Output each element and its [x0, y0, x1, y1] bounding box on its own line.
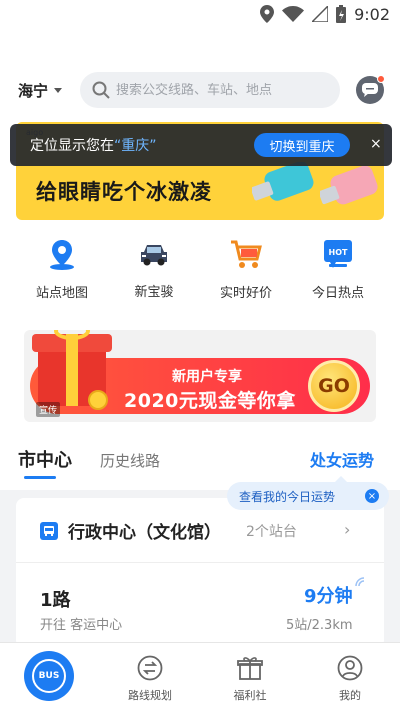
arrival-time: 9分钟 [304, 586, 353, 607]
quick-label: 今日热点 [311, 286, 364, 301]
status-bar: 9:02 [0, 0, 400, 28]
bus-icon: BUS [32, 659, 66, 693]
nav-welfare[interactable]: 福利社 [210, 655, 290, 703]
profile-icon [337, 655, 363, 681]
battery-icon [336, 5, 347, 23]
close-icon[interactable]: × [365, 489, 379, 503]
nav-route-plan[interactable]: 路线规划 [110, 655, 190, 703]
city-label: 海宁 [18, 82, 49, 100]
route-plan-icon [137, 655, 163, 681]
caret-down-icon [54, 88, 63, 93]
gift-icon [237, 657, 263, 680]
fortune-link[interactable]: 处女运势 [310, 447, 374, 471]
tab-history[interactable]: 历史线路 [100, 450, 160, 471]
route-number: 1路 [40, 590, 71, 611]
location-toast: 定位显示您在“重庆” 切换到重庆 × [10, 124, 392, 166]
quick-station-map[interactable]: 站点地图 [16, 240, 108, 301]
nav-label: 路线规划 [128, 689, 172, 702]
gift-ribbon [66, 334, 78, 406]
toast-prefix: 定位显示您在 [30, 138, 114, 154]
quick-actions: 站点地图 新宝骏 实时好价 HOT 今日热点 [0, 240, 400, 301]
chevron-right-icon[interactable]: › [344, 520, 350, 539]
ad-tag: 宣传 [36, 402, 61, 417]
car-icon [138, 240, 170, 269]
promo-line2: 2020元现金等你拿 [124, 390, 296, 412]
chat-bubble-icon [362, 83, 378, 97]
nav-label: 福利社 [233, 689, 267, 702]
divider [16, 562, 384, 563]
station-card[interactable]: 行政中心（文化馆） 2个站台 › 1路 开往 客运中心 9分钟 5站/2.3km [16, 498, 384, 648]
quick-new-baojun[interactable]: 新宝骏 [108, 240, 200, 300]
hot-icon: HOT [322, 240, 354, 270]
search-input[interactable] [116, 82, 340, 98]
quick-label: 实时好价 [219, 286, 272, 301]
signal-icon [312, 6, 329, 22]
notification-dot [377, 75, 385, 83]
search-bar[interactable] [80, 72, 340, 108]
usb-stick-icon [252, 162, 314, 201]
tooltip-text: 查看我的今日运势 [239, 489, 336, 504]
message-button[interactable] [356, 75, 385, 104]
promo-section: 新用户专享 2020元现金等你拿 GO 宣传 [0, 318, 400, 430]
status-time: 9:02 [354, 4, 390, 24]
search-icon [92, 81, 110, 99]
promo-banner[interactable]: 新用户专享 2020元现金等你拿 GO 宣传 [24, 330, 376, 422]
shopping-cart-icon [230, 240, 262, 270]
close-icon[interactable]: × [370, 136, 382, 152]
fortune-tooltip[interactable]: 查看我的今日运势 × [227, 476, 389, 510]
quick-label: 新宝骏 [134, 285, 174, 300]
bus-label: BUS [38, 671, 60, 681]
quick-live-deals[interactable]: 实时好价 [200, 240, 292, 301]
hot-badge: HOT [328, 247, 348, 257]
promo-line1: 新用户专享 [172, 369, 242, 385]
tab-city-center[interactable]: 市中心 [18, 446, 72, 472]
quick-label: 站点地图 [35, 286, 88, 301]
map-pin-icon [46, 240, 78, 270]
switch-city-button[interactable]: 切换到重庆 [254, 133, 350, 157]
bus-stop-icon [40, 522, 58, 540]
distance: 5站/2.3km [286, 618, 353, 633]
toast-city: “重庆” [114, 138, 157, 154]
banner-headline: 给眼睛吃个冰激凌 [36, 180, 212, 204]
route-direction: 开往 客运中心 [40, 618, 123, 633]
toast-text: 定位显示您在“重庆” [30, 135, 157, 155]
nav-label: 我的 [339, 689, 361, 702]
platform-count: 2个站台 [246, 524, 297, 540]
station-name: 行政中心（文化馆） [68, 523, 221, 543]
location-icon [260, 5, 275, 23]
nav-bus[interactable]: BUS [24, 651, 74, 701]
usb-stick-pink-icon [320, 166, 378, 205]
go-button[interactable]: GO [308, 360, 360, 412]
bottom-nav: BUS 路线规划 福利社 我的 [0, 642, 400, 710]
tab-indicator [24, 476, 56, 479]
wifi-icon [282, 6, 305, 22]
quick-today-hot[interactable]: HOT 今日热点 [292, 240, 384, 301]
realtime-signal-icon [355, 577, 365, 587]
nav-profile[interactable]: 我的 [310, 655, 390, 703]
coin-icon [88, 390, 108, 410]
city-selector[interactable]: 海宁 [18, 80, 63, 101]
